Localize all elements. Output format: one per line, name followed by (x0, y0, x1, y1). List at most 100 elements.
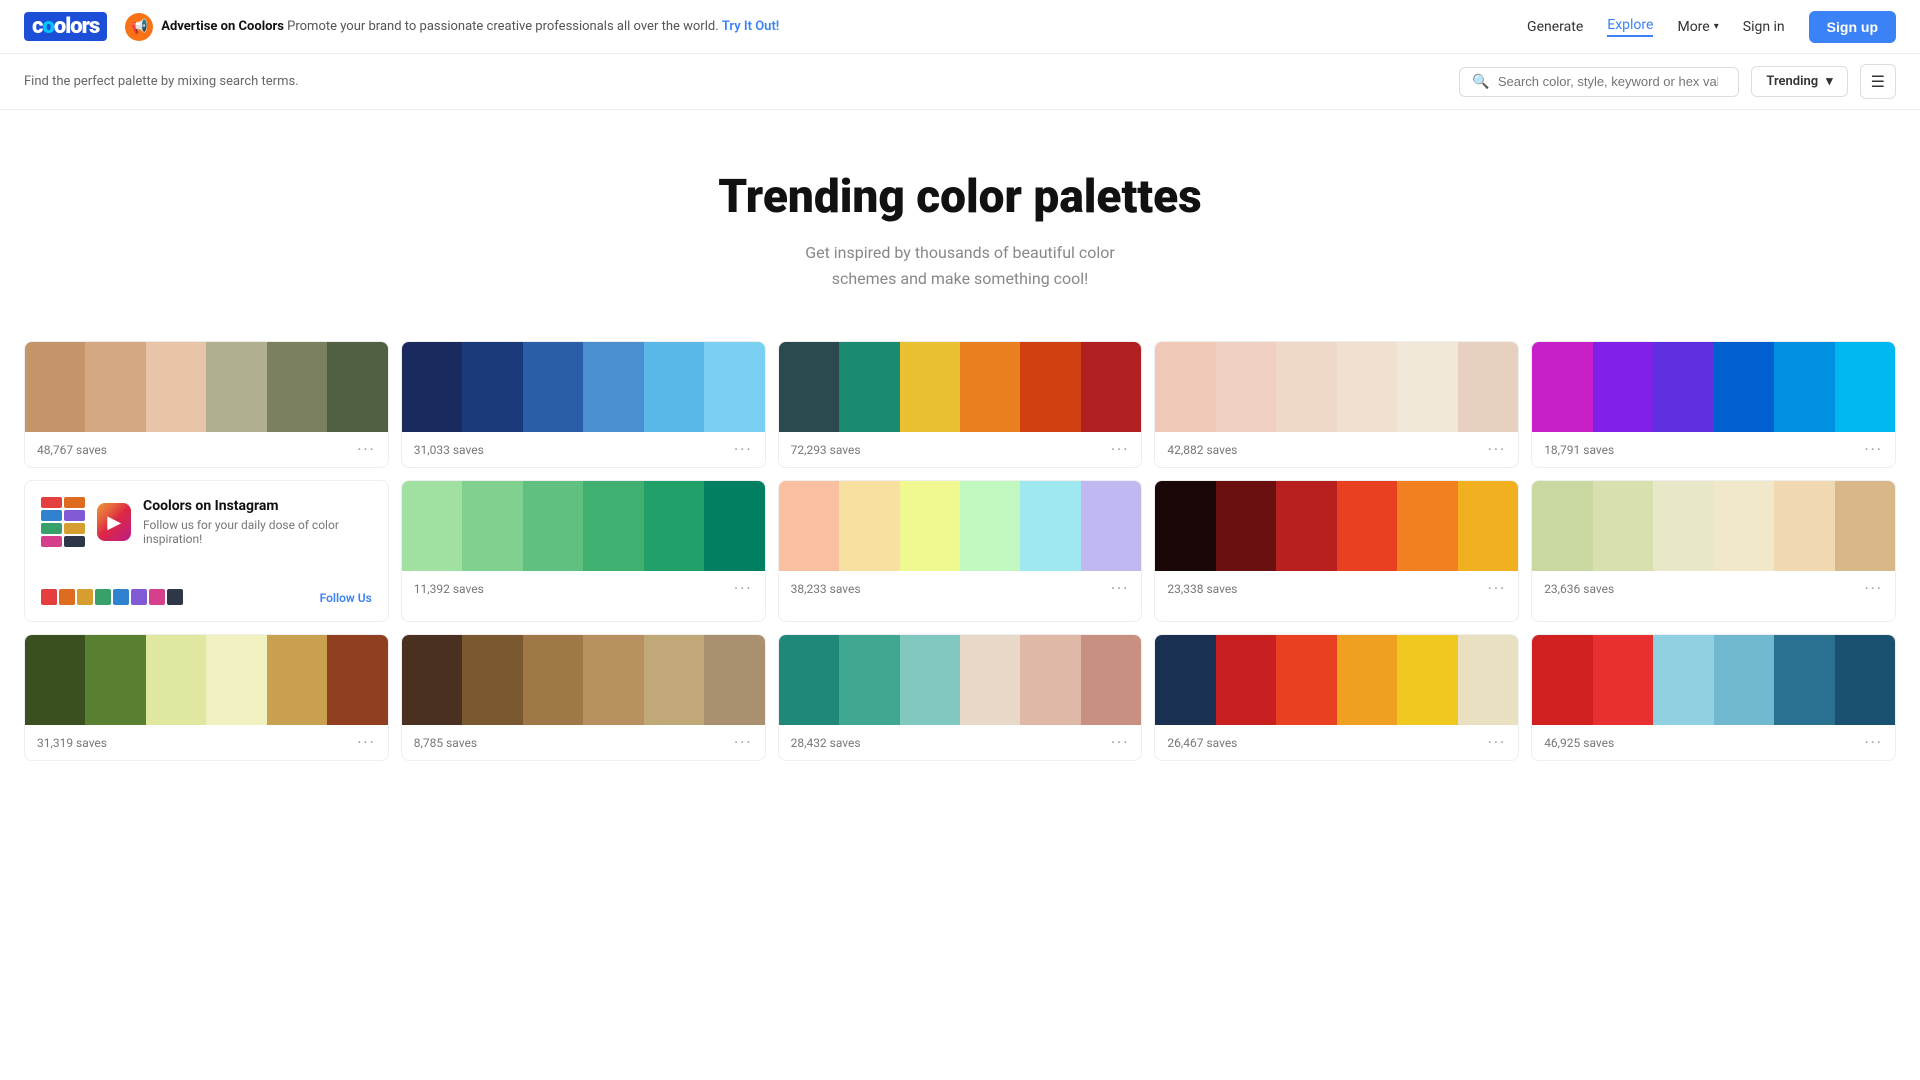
palette-card[interactable]: 26,467 saves ··· (1154, 634, 1519, 761)
more-options-button[interactable]: ··· (1864, 579, 1883, 598)
ig-bottom-swatch (41, 589, 57, 605)
ig-bottom-swatch (167, 589, 183, 605)
ig-color-block (41, 497, 62, 508)
more-options-button[interactable]: ··· (1488, 579, 1507, 598)
saves-count: 26,467 saves (1167, 736, 1237, 750)
color-swatch (1020, 481, 1080, 571)
color-swatch (462, 481, 522, 571)
color-swatch (523, 342, 583, 432)
ig-bottom-swatch (149, 589, 165, 605)
palette-card[interactable]: 8,785 saves··· (401, 634, 766, 761)
ig-color-block (64, 536, 85, 547)
saves-count: 38,233 saves (791, 582, 861, 596)
color-swatch (402, 342, 462, 432)
more-options-button[interactable]: ··· (357, 733, 376, 752)
palette-card[interactable]: 72,293 saves ··· (778, 341, 1143, 468)
color-swatch (1593, 342, 1653, 432)
color-swatch (1337, 635, 1397, 725)
ad-banner: 📢 Advertise on Coolors Promote your bran… (125, 13, 779, 41)
color-swatch (1458, 635, 1518, 725)
palette-card[interactable]: 28,432 saves··· (778, 634, 1143, 761)
color-swatch (839, 635, 899, 725)
sign-in-link[interactable]: Sign in (1743, 19, 1785, 35)
ig-color-block (64, 497, 85, 508)
more-options-button[interactable]: ··· (734, 733, 753, 752)
nav-generate[interactable]: Generate (1527, 19, 1583, 35)
ig-color-block (64, 523, 85, 534)
more-options-button[interactable]: ··· (1864, 440, 1883, 459)
palette-card[interactable]: 23,338 saves··· (1154, 480, 1519, 622)
instagram-promo-card: ▶Coolors on InstagramFollow us for your … (24, 480, 389, 622)
search-tagline: Find the perfect palette by mixing searc… (24, 74, 1447, 89)
color-swatch (1397, 481, 1457, 571)
palette-card[interactable]: 23,636 saves ··· (1531, 480, 1896, 622)
more-options-button[interactable]: ··· (1488, 733, 1507, 752)
color-swatch (583, 481, 643, 571)
try-it-link[interactable]: Try It Out! (722, 19, 779, 34)
color-swatch (462, 635, 522, 725)
color-swatch (779, 481, 839, 571)
palette-card[interactable]: 31,319 saves··· (24, 634, 389, 761)
color-swatch (267, 342, 327, 432)
ig-bottom-swatch (77, 589, 93, 605)
ig-title: Coolors on Instagram (143, 498, 372, 514)
more-options-button[interactable]: ··· (1111, 440, 1130, 459)
color-swatch (146, 635, 206, 725)
color-swatch (327, 635, 387, 725)
color-swatch (779, 342, 839, 432)
color-swatch (644, 342, 704, 432)
saves-count: 72,293 saves (791, 443, 861, 457)
color-swatch (1458, 342, 1518, 432)
palette-card[interactable]: 46,925 saves··· (1531, 634, 1896, 761)
menu-button[interactable]: ☰ (1860, 64, 1896, 99)
color-swatch (1653, 635, 1713, 725)
saves-count: 23,636 saves (1544, 582, 1614, 596)
palette-card[interactable]: 11,392 saves··· (401, 480, 766, 622)
color-swatch (1653, 481, 1713, 571)
color-swatch (1155, 342, 1215, 432)
color-swatch (1774, 635, 1834, 725)
trending-label: Trending (1766, 74, 1818, 89)
ad-desc: Promote your brand to passionate creativ… (287, 19, 718, 34)
palette-card[interactable]: 48,767 saves··· (24, 341, 389, 468)
sign-up-button[interactable]: Sign up (1809, 11, 1896, 43)
color-swatch (644, 635, 704, 725)
more-options-button[interactable]: ··· (734, 579, 753, 598)
search-input[interactable] (1498, 74, 1718, 89)
color-swatch (206, 342, 266, 432)
trending-select[interactable]: Trending ▾ (1751, 66, 1847, 97)
palette-card[interactable]: 31,033 saves··· (401, 341, 766, 468)
navbar: coolors 📢 Advertise on Coolors Promote y… (0, 0, 1920, 54)
instagram-logo-icon: ▶ (97, 503, 131, 541)
color-swatch (583, 635, 643, 725)
nav-explore[interactable]: Explore (1607, 17, 1653, 37)
nav-more[interactable]: More ▾ (1677, 19, 1718, 35)
color-swatch (779, 635, 839, 725)
color-swatch (1397, 342, 1457, 432)
color-swatch (1020, 342, 1080, 432)
ig-color-block (41, 536, 62, 547)
color-swatch (583, 342, 643, 432)
palette-card[interactable]: 38,233 saves ··· (778, 480, 1143, 622)
more-options-button[interactable]: ··· (357, 440, 376, 459)
search-icon: 🔍 (1472, 74, 1489, 90)
more-options-button[interactable]: ··· (734, 440, 753, 459)
more-options-button[interactable]: ··· (1111, 579, 1130, 598)
logo[interactable]: coolors (24, 12, 107, 41)
color-swatch (1020, 635, 1080, 725)
color-swatch (1276, 342, 1336, 432)
more-options-button[interactable]: ··· (1864, 733, 1883, 752)
color-swatch (1653, 342, 1713, 432)
color-swatch (85, 635, 145, 725)
color-swatch (900, 635, 960, 725)
follow-us-button[interactable]: Follow Us (320, 591, 372, 605)
color-swatch (1397, 635, 1457, 725)
more-options-button[interactable]: ··· (1111, 733, 1130, 752)
color-swatch (704, 342, 764, 432)
color-swatch (25, 635, 85, 725)
palette-card[interactable]: 18,791 saves··· (1531, 341, 1896, 468)
palette-card[interactable]: 42,882 saves··· (1154, 341, 1519, 468)
ig-bottom-swatch (59, 589, 75, 605)
color-swatch (1216, 635, 1276, 725)
more-options-button[interactable]: ··· (1488, 440, 1507, 459)
